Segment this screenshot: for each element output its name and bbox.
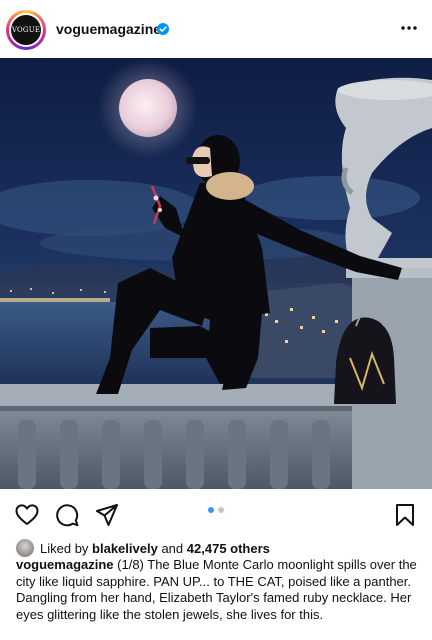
carousel-indicator <box>208 507 224 513</box>
avatar-logo-text: VOGUE <box>11 26 41 34</box>
bookmark-icon[interactable] <box>392 502 418 528</box>
likes-count[interactable]: 42,475 others <box>187 541 270 556</box>
avatar-image: VOGUE <box>9 13 43 47</box>
likes-prefix: Liked by <box>40 540 89 556</box>
heart-icon[interactable] <box>14 502 40 528</box>
liker-username[interactable]: blakelively <box>92 541 158 556</box>
carousel-dot <box>218 507 224 513</box>
post-image[interactable] <box>0 58 432 489</box>
more-options-icon[interactable] <box>399 23 419 33</box>
post-actions-bar <box>0 496 432 532</box>
caption-username[interactable]: voguemagazine <box>16 557 114 572</box>
post-header: VOGUE voguemagazine <box>0 0 432 58</box>
likes-summary[interactable]: Liked by blakelively and 42,475 others <box>16 539 270 557</box>
liker-avatar <box>16 539 34 557</box>
send-icon[interactable] <box>94 502 120 528</box>
avatar[interactable]: VOGUE <box>6 10 46 50</box>
post-username[interactable]: voguemagazine <box>56 21 161 37</box>
carousel-dot-active <box>208 507 214 513</box>
post-photo-illustration <box>0 58 432 489</box>
verified-badge-icon <box>157 23 169 35</box>
post-caption: voguemagazine (1/8) The Blue Monte Carlo… <box>16 557 420 623</box>
comment-icon[interactable] <box>54 502 80 528</box>
likes-middle: and <box>161 540 184 556</box>
